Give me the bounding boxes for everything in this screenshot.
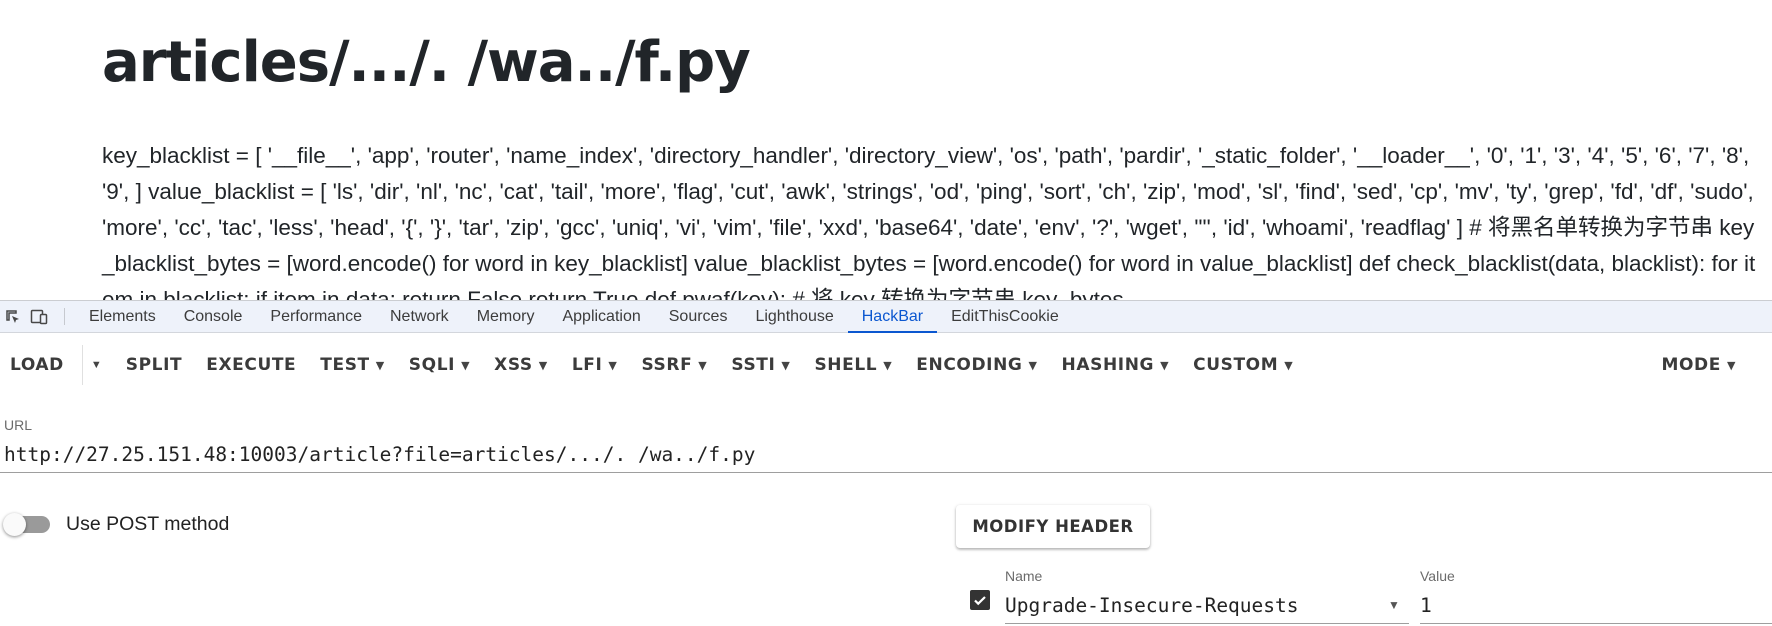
inspect-element-icon[interactable] [0,301,26,332]
custom-menu-button[interactable]: CUSTOM ▼ [1181,333,1305,397]
tab-console[interactable]: Console [170,301,257,332]
modify-header-button[interactable]: MODIFY HEADER [956,505,1150,548]
xss-menu-button[interactable]: XSS ▼ [482,333,560,397]
caret-down-icon: ▼ [375,358,385,372]
tab-hackbar[interactable]: HackBar [847,301,938,333]
tab-editthiscookie[interactable]: EditThisCookie [937,301,1073,332]
url-label: URL [4,417,33,433]
header-name-underline [1005,623,1409,624]
caret-down-icon: ▼ [1726,358,1736,372]
tab-performance[interactable]: Performance [256,301,376,332]
split-button[interactable]: SPLIT [114,333,194,397]
caret-down-icon: ▼ [90,359,102,371]
load-options-dropdown[interactable]: ▼ [83,333,114,397]
tab-network[interactable]: Network [376,301,463,332]
ssrf-menu-button[interactable]: SSRF ▼ [629,333,719,397]
caret-down-icon: ▼ [538,358,548,372]
caret-down-icon: ▼ [1160,358,1170,372]
tab-separator [64,308,65,325]
load-button[interactable]: LOAD [0,333,82,397]
header-value-underline [1420,623,1772,624]
post-method-toggle-thumb[interactable] [3,513,26,536]
caret-down-icon: ▼ [461,358,471,372]
device-toolbar-icon[interactable] [26,301,52,332]
page-content: articles/.../. /wa../f.py key_blacklist … [0,0,1772,300]
caret-down-icon: ▼ [1284,358,1294,372]
caret-down-icon: ▼ [781,358,791,372]
devtools-tab-bar: Elements Console Performance Network Mem… [0,300,1772,333]
caret-down-icon: ▼ [698,358,708,372]
sqli-menu-button[interactable]: SQLI ▼ [397,333,482,397]
header-name-label: Name [1005,568,1043,584]
hackbar-toolbar: LOAD ▼ SPLIT EXECUTE TEST ▼ SQLI ▼ XSS ▼ LF… [0,333,1772,397]
tab-elements[interactable]: Elements [75,301,170,332]
tab-sources[interactable]: Sources [655,301,742,332]
page-body-text: key_blacklist = [ '__file__', 'app', 'ro… [102,143,1756,300]
caret-down-icon[interactable]: ▼ [1388,598,1400,612]
lfi-menu-button[interactable]: LFI ▼ [560,333,630,397]
header-name-select[interactable]: Upgrade-Insecure-Requests [1005,594,1299,617]
tab-lighthouse[interactable]: Lighthouse [741,301,847,332]
hashing-menu-button[interactable]: HASHING ▼ [1050,333,1182,397]
checkmark-icon [974,596,986,606]
post-method-label: Use POST method [66,513,230,535]
encoding-menu-button[interactable]: ENCODING ▼ [904,333,1049,397]
url-input[interactable]: http://27.25.151.48:10003/article?file=a… [4,443,755,466]
shell-menu-button[interactable]: SHELL ▼ [802,333,904,397]
page-title: articles/.../. /wa../f.py [102,30,751,95]
caret-down-icon: ▼ [1028,358,1038,372]
header-value-input[interactable]: 1 [1420,594,1432,617]
header-value-label: Value [1420,568,1455,584]
mode-menu-button[interactable]: MODE ▼ [1649,333,1748,397]
header-enabled-checkbox[interactable] [970,590,990,610]
execute-button[interactable]: EXECUTE [194,333,308,397]
tab-application[interactable]: Application [548,301,654,332]
caret-down-icon: ▼ [883,358,893,372]
url-input-underline [0,472,1772,473]
tab-memory[interactable]: Memory [463,301,549,332]
caret-down-icon: ▼ [608,358,618,372]
ssti-menu-button[interactable]: SSTI ▼ [719,333,802,397]
test-menu-button[interactable]: TEST ▼ [308,333,397,397]
